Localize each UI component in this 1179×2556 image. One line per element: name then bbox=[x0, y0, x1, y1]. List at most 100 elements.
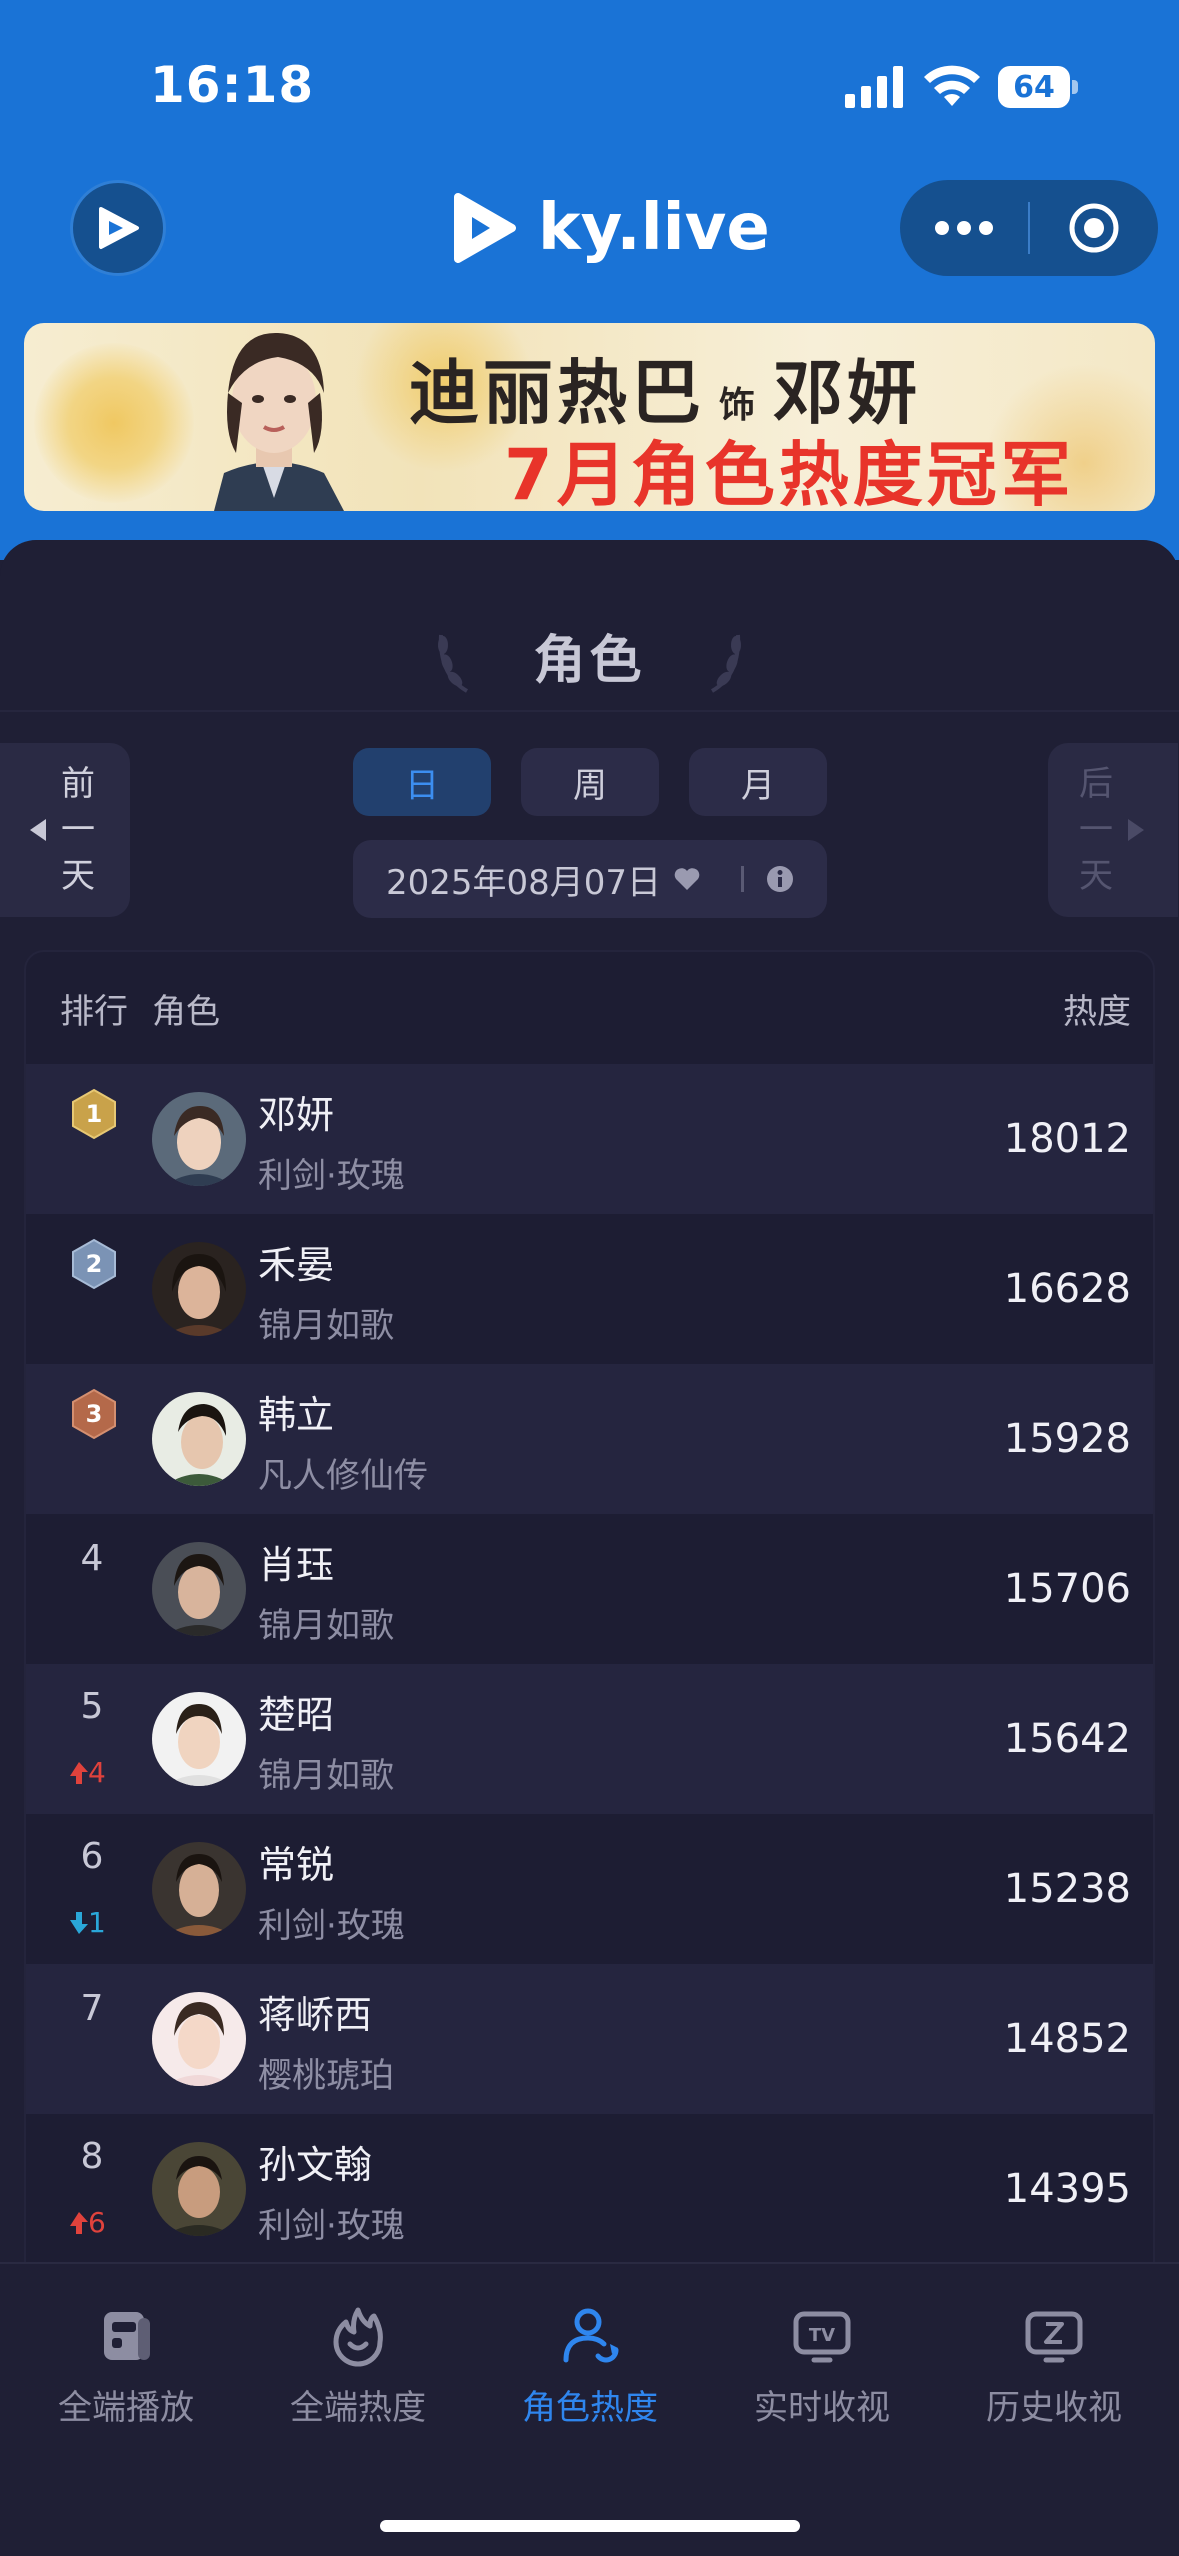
rank-change-up: 4 bbox=[70, 1756, 106, 1789]
avatar bbox=[152, 1542, 246, 1636]
banner-headline: 7月角色热度冠军 bbox=[504, 434, 1075, 511]
person-refresh-icon bbox=[563, 2308, 619, 2363]
play-logo-icon bbox=[99, 207, 139, 249]
date-value: 2025年08月07日 bbox=[385, 862, 662, 903]
table-row[interactable]: 3 韩立 凡人修仙传 15928 bbox=[26, 1364, 1153, 1514]
heat-value: 15238 bbox=[1003, 1866, 1131, 1912]
tab-role-heat[interactable]: 角色热度 bbox=[474, 2304, 706, 2434]
bottom-tab-bar: 全端播放 全端热度 角色热度 TV 实时收视 历史收视 bbox=[0, 2262, 1179, 2556]
flame-icon bbox=[333, 2307, 383, 2367]
rank-number: 4 bbox=[80, 1538, 104, 1579]
heat-value: 14852 bbox=[1003, 2016, 1131, 2062]
date-selector[interactable]: 2025年08月07日 bbox=[353, 840, 827, 918]
rank-change-up: 6 bbox=[70, 2206, 106, 2239]
tab-history-ratings[interactable]: 历史收视 bbox=[938, 2304, 1170, 2434]
info-icon[interactable] bbox=[766, 865, 794, 893]
arrow-up-icon bbox=[70, 1761, 88, 1784]
tab-realtime-ratings[interactable]: TV 实时收视 bbox=[706, 2304, 938, 2434]
table-row[interactable]: 2 禾晏 锦月如歌 16628 bbox=[26, 1214, 1153, 1364]
avatar bbox=[152, 1242, 246, 1336]
drama-name: 锦月如歌 bbox=[258, 1306, 394, 1346]
banner-actress-image bbox=[214, 332, 344, 511]
rank-change-value: 1 bbox=[88, 1906, 106, 1939]
more-dots-icon bbox=[935, 221, 993, 235]
home-indicator[interactable] bbox=[380, 2520, 800, 2532]
mini-program-nav: ky.live bbox=[0, 170, 1179, 290]
mini-program-capsule bbox=[900, 180, 1158, 276]
next-day-button[interactable]: 后 一 天 bbox=[1048, 743, 1178, 917]
table-row[interactable]: 5 4 楚昭 锦月如歌 15642 bbox=[26, 1664, 1153, 1814]
history-tv-icon bbox=[1025, 2311, 1083, 2363]
previous-day-button[interactable]: 前 一 天 bbox=[0, 743, 130, 917]
brand-logo: ky.live bbox=[450, 188, 770, 268]
ky-live-logo-icon bbox=[454, 193, 516, 263]
laurel-left-icon bbox=[438, 634, 469, 693]
arrow-up-icon bbox=[70, 2211, 88, 2234]
medal-number: 3 bbox=[86, 1400, 103, 1428]
previous-day-label: 前 一 天 bbox=[58, 761, 98, 899]
heat-value: 14395 bbox=[1003, 2166, 1131, 2212]
battery-level: 64 bbox=[998, 66, 1070, 108]
table-header: 排行 角色 热度 bbox=[26, 952, 1153, 1064]
period-tabs: 日 周 月 bbox=[353, 748, 827, 816]
table-row[interactable]: 4 肖珏 锦月如歌 15706 bbox=[26, 1514, 1153, 1664]
drama-name: 锦月如歌 bbox=[258, 1606, 394, 1646]
table-row[interactable]: 8 6 孙文翰 利剑·玫瑰 14395 bbox=[26, 2114, 1153, 2264]
arrow-right-icon bbox=[1128, 819, 1144, 841]
tab-day[interactable]: 日 bbox=[353, 748, 491, 816]
avatar bbox=[152, 1092, 246, 1186]
rank-number: 8 bbox=[80, 2136, 104, 2177]
header-heat[interactable]: 热度 bbox=[1063, 984, 1131, 1033]
table-row[interactable]: 6 1 常锐 利剑·玫瑰 15238 bbox=[26, 1814, 1153, 1964]
svg-text:TV: TV bbox=[809, 2325, 835, 2346]
bronze-medal-icon: 3 bbox=[72, 1388, 116, 1440]
close-mini-program-button[interactable] bbox=[1030, 180, 1158, 276]
rank-change-down: 1 bbox=[70, 1906, 106, 1939]
next-day-label: 后 一 天 bbox=[1076, 761, 1116, 899]
previous-day-char: 前 bbox=[61, 764, 95, 804]
drama-name: 利剑·玫瑰 bbox=[258, 1906, 405, 1946]
heat-value: 18012 bbox=[1003, 1116, 1131, 1162]
role-name: 肖珏 bbox=[258, 1543, 335, 1587]
promo-banner[interactable]: 迪丽热巴 饰 邓妍 7月角色热度冠军 bbox=[24, 323, 1155, 511]
date-separator bbox=[741, 866, 745, 892]
role-name: 蒋峤西 bbox=[258, 1993, 373, 2037]
avatar bbox=[152, 1992, 246, 2086]
more-button[interactable] bbox=[900, 180, 1028, 276]
tab-label: 实时收视 bbox=[754, 2388, 890, 2428]
table-row[interactable]: 1 邓妍 利剑·玫瑰 18012 bbox=[26, 1064, 1153, 1214]
playback-icon bbox=[104, 2312, 150, 2360]
home-logo-button[interactable] bbox=[70, 180, 166, 276]
rank-number: 6 bbox=[80, 1836, 104, 1877]
drama-name: 利剑·玫瑰 bbox=[258, 1156, 405, 1196]
tab-all-playback[interactable]: 全端播放 bbox=[10, 2304, 242, 2434]
wifi-icon bbox=[924, 65, 980, 106]
page-title: 角色 bbox=[533, 630, 646, 691]
header-role: 角色 bbox=[152, 991, 220, 1032]
header-rank: 排行 bbox=[60, 991, 128, 1032]
table-row[interactable]: 7 蒋峤西 樱桃琥珀 14852 bbox=[26, 1964, 1153, 2114]
battery-cap bbox=[1072, 80, 1078, 94]
tab-week[interactable]: 周 bbox=[521, 748, 659, 816]
previous-day-char: 天 bbox=[61, 856, 95, 896]
tv-icon: TV bbox=[793, 2311, 851, 2363]
silver-medal-icon: 2 bbox=[72, 1238, 116, 1290]
tab-label: 全端播放 bbox=[58, 2388, 194, 2428]
laurel-right-icon bbox=[710, 634, 741, 693]
tab-month[interactable]: 月 bbox=[689, 748, 827, 816]
rank-number: 5 bbox=[80, 1686, 104, 1727]
target-close-icon bbox=[1069, 203, 1119, 253]
heart-icon[interactable] bbox=[673, 866, 701, 892]
avatar bbox=[152, 1692, 246, 1786]
status-time: 16:18 bbox=[150, 56, 315, 114]
drama-name: 锦月如歌 bbox=[258, 1756, 394, 1796]
tab-all-heat[interactable]: 全端热度 bbox=[242, 2304, 474, 2434]
page-title-wrap: 角色 bbox=[0, 600, 1179, 710]
tab-label: 角色热度 bbox=[522, 2388, 658, 2428]
avatar bbox=[152, 2142, 246, 2236]
battery-indicator: 64 bbox=[998, 66, 1078, 108]
previous-day-char: 一 bbox=[61, 810, 95, 850]
medal-number: 1 bbox=[86, 1100, 103, 1128]
avatar bbox=[152, 1392, 246, 1486]
next-day-char: 后 bbox=[1079, 764, 1113, 804]
